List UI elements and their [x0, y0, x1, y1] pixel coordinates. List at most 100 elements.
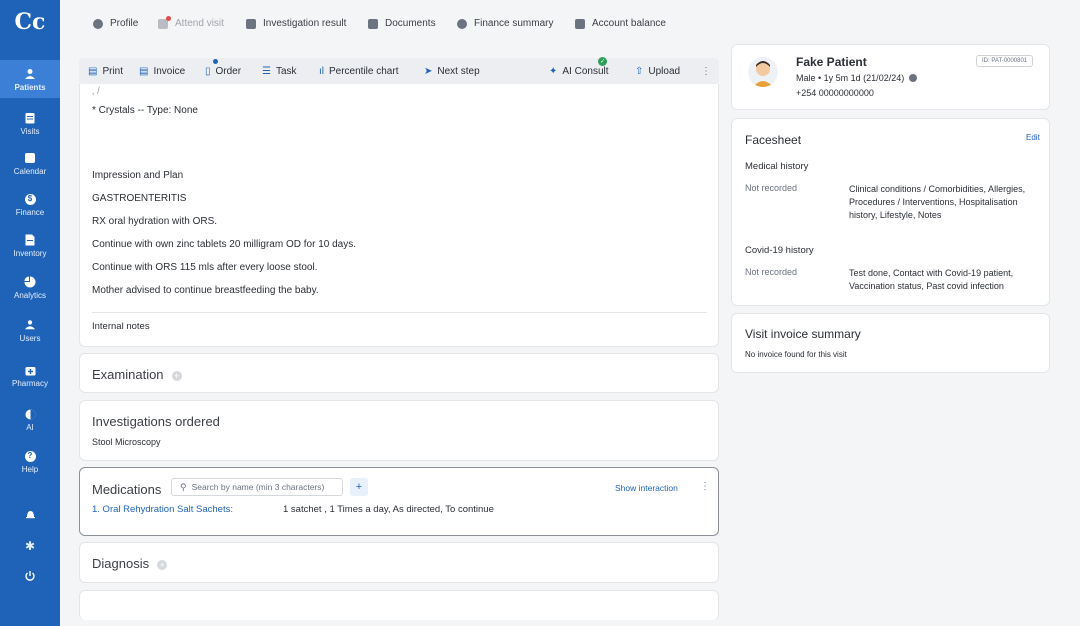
- more-menu-button[interactable]: ⋮: [701, 58, 711, 84]
- diagnosis-section: Diagnosis +: [79, 542, 719, 583]
- sidebar-item-label: Finance: [15, 208, 45, 217]
- sidebar-item-label: Calendar: [13, 167, 47, 176]
- sidebar-item-calendar[interactable]: Calendar: [0, 152, 60, 176]
- tab-finance-summary[interactable]: Finance summary: [457, 18, 553, 29]
- clipped-section: [79, 590, 719, 620]
- facesheet-title: Facesheet: [745, 133, 802, 147]
- pharmacy-icon: [24, 364, 36, 376]
- invoice-button[interactable]: ▤ Invoice: [139, 58, 185, 84]
- zinc-line: Continue with own zinc tablets 20 millig…: [92, 239, 357, 250]
- order-button[interactable]: ▯ Order: [205, 58, 241, 84]
- notifications-button[interactable]: [0, 508, 60, 523]
- covid-history-items: Test done, Contact with Covid-19 patient…: [849, 268, 1014, 291]
- examination-section: Examination +: [79, 353, 719, 393]
- add-medication-button[interactable]: +: [350, 478, 368, 496]
- investigations-section: Investigations ordered Stool Microscopy: [79, 400, 719, 461]
- diagnosis-title-text: Diagnosis: [92, 556, 150, 571]
- sidebar-item-users[interactable]: Users: [0, 319, 60, 343]
- percentile-chart-label: Percentile chart: [329, 65, 399, 77]
- sidebar: Cc Patients Visits Calendar $ Finance In…: [0, 0, 60, 626]
- tab-attend-visit[interactable]: Attend visit: [158, 15, 224, 29]
- medication-detail: 1 satchet , 1 Times a day, As directed, …: [283, 504, 494, 515]
- patient-phone: +254 00000000000: [796, 88, 874, 98]
- patient-name: Fake Patient: [796, 55, 867, 69]
- tab-account-balance[interactable]: Account balance: [575, 18, 666, 29]
- search-placeholder: Search by name (min 3 characters): [191, 482, 325, 492]
- medication-search-input[interactable]: ⚲ Search by name (min 3 characters): [171, 478, 343, 496]
- breastfeed-line: Mother advised to continue breastfeeding…: [92, 285, 319, 296]
- sidebar-item-pharmacy[interactable]: Pharmacy: [0, 364, 60, 388]
- print-button[interactable]: ▤ Print: [88, 58, 123, 84]
- sidebar-item-label: Help: [21, 465, 39, 474]
- task-button[interactable]: ☰ Task: [262, 58, 297, 84]
- visit-toolbar: ▤ Print ▤ Invoice ▯ Order ☰ Task ıl Perc…: [79, 57, 719, 84]
- medication-name[interactable]: 1. Oral Rehydration Salt Sachets:: [92, 504, 233, 515]
- show-interaction-link[interactable]: Show interaction: [615, 483, 678, 493]
- users-icon: [24, 319, 36, 331]
- power-icon: [24, 570, 36, 582]
- sidebar-item-label: Analytics: [13, 291, 46, 300]
- sidebar-item-label: Visits: [20, 127, 40, 136]
- upload-button[interactable]: ⇧ Upload: [635, 58, 680, 84]
- investigations-title: Investigations ordered: [92, 414, 220, 429]
- sidebar-item-analytics[interactable]: Analytics: [0, 276, 60, 300]
- ai-consult-button[interactable]: ✓ ✦ AI Consult: [549, 57, 609, 84]
- ors-line: Continue with ORS 115 mls after every lo…: [92, 262, 318, 273]
- clinical-notes-card: ‚ / * Crystals -- Type: None Impression …: [79, 84, 719, 347]
- impression-heading: Impression and Plan: [92, 170, 184, 181]
- ai-icon: [24, 408, 36, 420]
- facesheet-card: Facesheet Edit Medical history Not recor…: [731, 118, 1050, 306]
- order-badge: [213, 59, 218, 64]
- add-examination-icon[interactable]: +: [171, 370, 182, 381]
- sidebar-item-patients[interactable]: Patients: [0, 60, 60, 98]
- help-icon: ?: [24, 450, 36, 462]
- covid-history-label: Covid-19 history: [745, 245, 814, 256]
- task-label: Task: [275, 65, 297, 77]
- tab-profile[interactable]: Profile: [93, 18, 138, 29]
- finance-icon: $: [24, 193, 36, 205]
- diagnosis-title: Diagnosis +: [92, 556, 168, 571]
- internal-notes-label[interactable]: Internal notes: [92, 321, 150, 332]
- attend-icon: [158, 15, 171, 29]
- search-icon: ⚲: [180, 481, 187, 492]
- next-step-button[interactable]: ➤ Next step: [424, 58, 480, 84]
- tab-label: Documents: [385, 18, 436, 29]
- calendar-icon: [24, 152, 36, 164]
- sidebar-item-visits[interactable]: Visits: [0, 112, 60, 136]
- print-icon: ▤: [88, 65, 98, 77]
- tab-documents[interactable]: Documents: [368, 18, 436, 29]
- inventory-icon: [24, 234, 36, 246]
- tab-label: Finance summary: [474, 18, 554, 29]
- sidebar-item-label: Users: [19, 334, 41, 343]
- sidebar-item-ai[interactable]: AI: [0, 408, 60, 432]
- order-label: Order: [215, 65, 242, 77]
- crystals-line: * Crystals -- Type: None: [92, 105, 198, 116]
- settings-button[interactable]: ✱: [0, 540, 60, 555]
- patient-details-text: Male • 1y 5m 1d (21/02/24): [796, 73, 905, 83]
- print-label: Print: [102, 65, 124, 77]
- app-logo[interactable]: Cc: [0, 0, 60, 44]
- percentile-chart-button[interactable]: ıl Percentile chart: [319, 58, 398, 84]
- logout-button[interactable]: [0, 570, 60, 585]
- list-icon: ☰: [262, 65, 271, 77]
- sidebar-item-finance[interactable]: $ Finance: [0, 193, 60, 217]
- tab-investigation-result[interactable]: Investigation result: [246, 18, 346, 29]
- medications-more-icon[interactable]: ⋮: [700, 481, 710, 492]
- info-icon[interactable]: [909, 74, 918, 82]
- medical-history-items: Clinical conditions / Comorbidities, All…: [849, 184, 1026, 220]
- tab-label: Account balance: [592, 18, 666, 29]
- medications-title: Medications: [92, 482, 162, 497]
- tab-label: Investigation result: [263, 18, 347, 29]
- facesheet-edit-link[interactable]: Edit: [1026, 133, 1040, 142]
- sidebar-item-inventory[interactable]: Inventory: [0, 234, 60, 258]
- invoice-icon: ▤: [139, 65, 149, 77]
- sidebar-item-help[interactable]: ? Help: [0, 450, 60, 474]
- invoice-label: Invoice: [153, 65, 186, 77]
- bar-chart-icon: ıl: [319, 65, 324, 77]
- add-diagnosis-icon[interactable]: +: [157, 559, 168, 570]
- invoice-summary-empty: No invoice found for this visit: [745, 350, 847, 359]
- document-icon: [368, 18, 378, 29]
- medical-history-label: Medical history: [745, 161, 809, 172]
- investigation-item: Stool Microscopy: [92, 437, 161, 447]
- visits-icon: [24, 112, 36, 124]
